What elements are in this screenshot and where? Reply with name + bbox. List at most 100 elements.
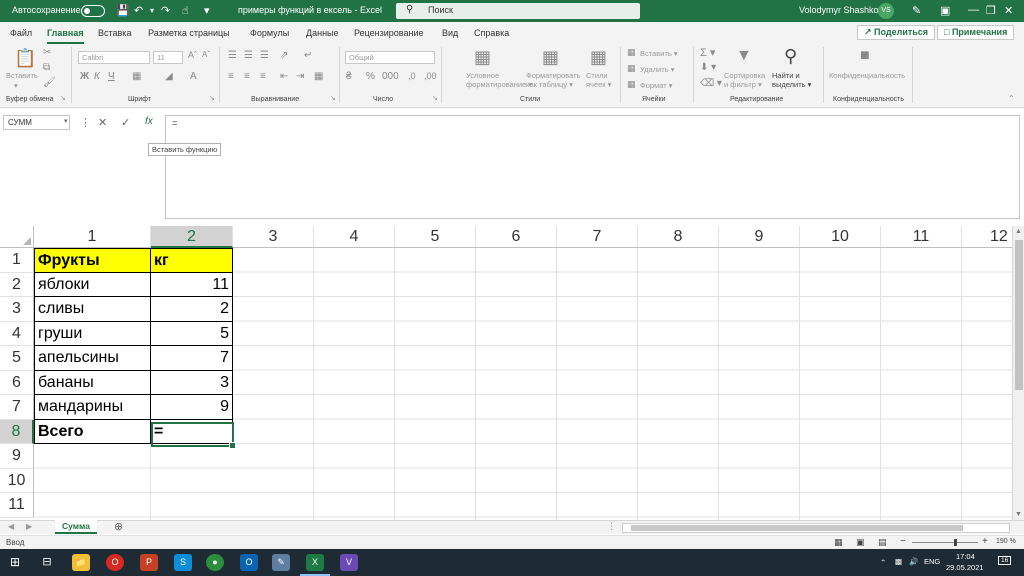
column-header[interactable]: 12: [962, 226, 1012, 248]
scroll-up-icon[interactable]: ▲: [1015, 228, 1022, 235]
orientation-icon[interactable]: ⇗: [280, 50, 288, 61]
conditional-formatting-icon[interactable]: ▦: [474, 47, 491, 68]
number-format-combo[interactable]: Общий: [345, 51, 435, 64]
align-middle-icon[interactable]: ☰: [244, 50, 253, 61]
decrease-font-icon[interactable]: Aˇ: [202, 50, 210, 59]
table-cell[interactable]: яблоки: [34, 272, 151, 297]
clipboard-launcher-icon[interactable]: ↘: [60, 94, 66, 102]
row-header[interactable]: 11: [0, 493, 34, 518]
column-header[interactable]: 10: [800, 226, 881, 248]
undo-icon[interactable]: ↶: [134, 4, 143, 17]
table-cell[interactable]: 11: [151, 272, 233, 297]
fill-icon[interactable]: ⬇ ▾: [700, 62, 716, 73]
find-select-label[interactable]: Найти и выделить ▾: [772, 71, 811, 89]
merge-center-icon[interactable]: ▦: [314, 71, 323, 82]
italic-icon[interactable]: К: [94, 71, 100, 82]
alignment-launcher-icon[interactable]: ↘: [330, 94, 336, 102]
opera-icon[interactable]: O: [106, 554, 124, 571]
sort-filter-icon[interactable]: ▼: [736, 47, 752, 65]
autosave-toggle[interactable]: [81, 5, 105, 17]
tab-home[interactable]: Главная: [47, 28, 84, 44]
close-icon[interactable]: ✕: [1004, 4, 1013, 17]
autosum-icon[interactable]: Σ ▾: [700, 46, 715, 59]
insert-cells-label[interactable]: Вставить ▾: [640, 49, 678, 58]
quick-access-customize-icon[interactable]: ▾: [204, 4, 210, 17]
input-language[interactable]: ENG: [924, 557, 940, 566]
format-as-table-icon[interactable]: ▦: [542, 47, 559, 68]
total-label-cell[interactable]: Всего: [34, 419, 151, 444]
zoom-level[interactable]: 190 %: [996, 538, 1016, 545]
table-cell[interactable]: мандарины: [34, 395, 151, 420]
column-header[interactable]: 4: [314, 226, 395, 248]
scroll-down-icon[interactable]: ▼: [1015, 511, 1022, 518]
tab-page-layout[interactable]: Разметка страницы: [148, 28, 230, 38]
column-header[interactable]: 5: [395, 226, 476, 248]
table-cell[interactable]: апельсины: [34, 346, 151, 371]
row-header[interactable]: 6: [0, 370, 34, 395]
column-header[interactable]: 2: [151, 226, 233, 248]
sensitivity-label[interactable]: Конфиденциальность: [829, 71, 905, 80]
cell-styles-icon[interactable]: ▦: [590, 47, 607, 68]
bold-icon[interactable]: Ж: [80, 71, 89, 82]
row-header[interactable]: 1: [0, 248, 34, 273]
normal-view-icon[interactable]: ▦: [834, 537, 843, 548]
table-cell[interactable]: 3: [151, 370, 233, 395]
number-launcher-icon[interactable]: ↘: [432, 94, 438, 102]
share-button[interactable]: ↗ Поделиться: [857, 25, 936, 40]
tab-insert[interactable]: Вставка: [98, 28, 131, 38]
decrease-decimal-icon[interactable]: ,00: [424, 71, 437, 81]
table-cell[interactable]: 5: [151, 321, 233, 346]
column-header[interactable]: 1: [34, 226, 151, 248]
add-sheet-icon[interactable]: ⊕: [114, 520, 123, 533]
horizontal-scroll-thumb[interactable]: [631, 525, 963, 531]
font-name-combo[interactable]: Calibri: [78, 51, 150, 64]
tab-view[interactable]: Вид: [442, 28, 458, 38]
align-bottom-icon[interactable]: ☰: [260, 50, 269, 61]
enter-icon[interactable]: ✓: [121, 116, 130, 129]
notes-app-icon[interactable]: ✎: [272, 554, 290, 571]
format-cells-label[interactable]: Формат ▾: [640, 81, 673, 90]
undo-dropdown-icon[interactable]: ▾: [150, 6, 154, 15]
cancel-icon[interactable]: ✕: [98, 116, 107, 129]
select-all-corner[interactable]: [0, 226, 34, 248]
zoom-out-icon[interactable]: −: [900, 536, 906, 547]
horizontal-scrollbar[interactable]: [622, 523, 1010, 533]
font-color-icon[interactable]: A: [190, 71, 197, 82]
formula-input[interactable]: =: [165, 115, 1020, 219]
search-box[interactable]: ⚲ Поиск: [396, 3, 640, 19]
row-header[interactable]: 9: [0, 444, 34, 469]
column-header[interactable]: 6: [476, 226, 557, 248]
network-icon[interactable]: ▩: [895, 557, 902, 566]
paste-icon[interactable]: 📋: [14, 48, 36, 69]
windows-start-icon[interactable]: ⊞: [6, 554, 24, 571]
viber-icon[interactable]: V: [340, 554, 358, 571]
page-layout-view-icon[interactable]: ▣: [856, 537, 865, 548]
row-header[interactable]: 3: [0, 297, 34, 322]
wrap-text-icon[interactable]: ↵: [304, 50, 312, 61]
tab-splitter-icon[interactable]: ⋮: [607, 521, 616, 532]
excel-icon[interactable]: X: [306, 554, 324, 571]
skype-icon[interactable]: S: [174, 554, 192, 571]
collapse-ribbon-icon[interactable]: ⌃: [1008, 94, 1015, 103]
column-header[interactable]: 9: [719, 226, 800, 248]
row-header[interactable]: 2: [0, 272, 34, 297]
empty-cells[interactable]: [34, 444, 234, 520]
underline-icon[interactable]: Ч: [108, 71, 115, 82]
avatar[interactable]: VS: [878, 3, 894, 19]
column-header[interactable]: 3: [233, 226, 314, 248]
file-explorer-icon[interactable]: 📁: [72, 554, 90, 571]
powerpoint-icon[interactable]: P: [140, 554, 158, 571]
increase-indent-icon[interactable]: ⇥: [296, 71, 304, 82]
chrome-icon[interactable]: ●: [206, 554, 224, 571]
cond-format-label[interactable]: Условное форматирование ▾: [466, 71, 532, 89]
insert-cells-icon[interactable]: ▦: [627, 47, 636, 58]
fill-color-icon[interactable]: ◢: [165, 71, 173, 82]
sort-filter-label[interactable]: Сортировка и фильтр ▾: [724, 71, 765, 89]
zoom-slider[interactable]: [912, 542, 978, 543]
task-view-icon[interactable]: ⊟: [38, 554, 56, 571]
table-header-cell[interactable]: кг: [151, 248, 233, 273]
tab-data[interactable]: Данные: [306, 28, 339, 38]
align-right-icon[interactable]: ≡: [260, 71, 266, 82]
notifications-badge[interactable]: 16: [998, 556, 1012, 565]
delete-cells-icon[interactable]: ▦: [627, 63, 636, 74]
